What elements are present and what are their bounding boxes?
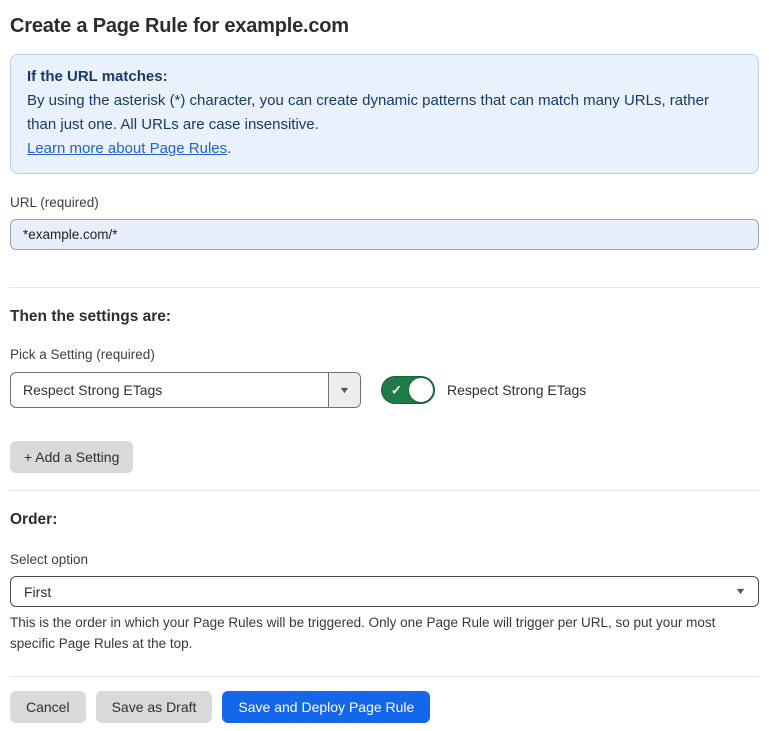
url-match-info-box: If the URL matches: By using the asteris… <box>10 54 759 174</box>
setting-select-value: Respect Strong ETags <box>11 373 328 407</box>
setting-row: Respect Strong ETags ▼ ✓ Respect Strong … <box>10 372 759 408</box>
info-box-heading: If the URL matches: <box>27 65 742 89</box>
add-setting-button[interactable]: + Add a Setting <box>10 441 133 473</box>
cancel-button[interactable]: Cancel <box>10 691 86 723</box>
chevron-down-icon: ▼ <box>338 386 350 395</box>
check-icon: ✓ <box>391 384 402 397</box>
setting-select[interactable]: Respect Strong ETags ▼ <box>10 372 361 408</box>
etag-toggle[interactable]: ✓ <box>381 376 435 404</box>
settings-heading: Then the settings are: <box>10 307 759 326</box>
chevron-down-icon: ▼ <box>734 587 746 596</box>
setting-select-arrow-button[interactable]: ▼ <box>328 373 360 407</box>
order-select-value: First <box>24 584 51 600</box>
page-title: Create a Page Rule for example.com <box>10 13 759 39</box>
page-rule-form: Create a Page Rule for example.com If th… <box>0 13 769 723</box>
section-divider <box>10 490 759 491</box>
url-input[interactable] <box>10 219 759 250</box>
info-box-link-line: Learn more about Page Rules. <box>27 137 742 161</box>
section-divider <box>10 676 759 677</box>
save-draft-button[interactable]: Save as Draft <box>96 691 213 723</box>
order-heading: Order: <box>10 510 759 529</box>
etag-toggle-label: Respect Strong ETags <box>447 382 586 398</box>
order-help-text: This is the order in which your Page Rul… <box>10 612 759 654</box>
setting-picker-label: Pick a Setting (required) <box>10 347 759 363</box>
link-period: . <box>227 140 231 157</box>
info-box-body: By using the asterisk (*) character, you… <box>27 89 742 137</box>
order-select-label: Select option <box>10 552 759 568</box>
url-label: URL (required) <box>10 195 759 211</box>
form-actions: Cancel Save as Draft Save and Deploy Pag… <box>10 691 759 723</box>
order-select[interactable]: First ▼ <box>10 576 759 607</box>
save-deploy-button[interactable]: Save and Deploy Page Rule <box>222 691 430 723</box>
section-divider <box>10 287 759 288</box>
learn-more-link[interactable]: Learn more about Page Rules <box>27 140 227 157</box>
toggle-knob <box>409 378 433 402</box>
